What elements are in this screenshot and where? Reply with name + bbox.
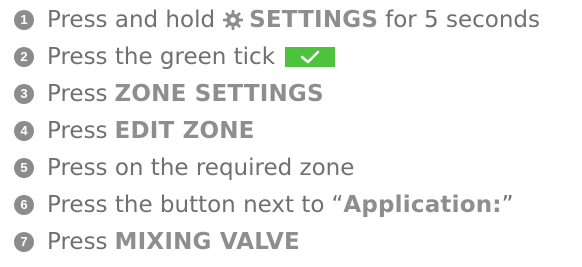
step-number: 4: [14, 121, 34, 141]
edit-zone-keyword: EDIT ZONE: [114, 118, 255, 144]
open-quote: “: [331, 192, 344, 218]
step-text: Press the green tick: [47, 44, 276, 70]
step-1: 1 Press and hold SETTINGS for 5 seconds: [14, 5, 540, 35]
step-number: 7: [14, 232, 34, 252]
step-number: 5: [14, 158, 34, 178]
step-7: 7 Press MIXING VALVE: [14, 227, 300, 257]
step-text-rest: for 5 seconds: [385, 7, 541, 33]
step-3: 3 Press ZONE SETTINGS: [14, 79, 324, 109]
instruction-steps: 1 Press and hold SETTINGS for 5 seconds …: [0, 0, 582, 267]
step-number: 1: [14, 10, 34, 30]
application-keyword: Application:: [343, 192, 502, 218]
step-number: 2: [14, 47, 34, 67]
step-number: 6: [14, 195, 34, 215]
zone-settings-keyword: ZONE SETTINGS: [114, 81, 324, 107]
step-text: Press the button next to: [47, 192, 325, 218]
mixing-valve-keyword: MIXING VALVE: [114, 229, 300, 255]
step-5: 5 Press on the required zone: [14, 153, 354, 183]
step-4: 4 Press EDIT ZONE: [14, 116, 255, 146]
step-text: Press: [47, 118, 108, 144]
green-tick-button-icon: [285, 47, 336, 67]
step-text: Press on the required zone: [47, 155, 355, 181]
step-6: 6 Press the button next to “ Application…: [14, 190, 514, 220]
step-text: Press and hold: [47, 7, 216, 33]
step-text: Press: [47, 81, 108, 107]
gear-icon: [222, 9, 244, 31]
step-number: 3: [14, 84, 34, 104]
close-quote: ”: [501, 192, 514, 218]
step-2: 2 Press the green tick: [14, 42, 336, 72]
step-text: Press: [47, 229, 108, 255]
settings-keyword: SETTINGS: [249, 7, 379, 33]
